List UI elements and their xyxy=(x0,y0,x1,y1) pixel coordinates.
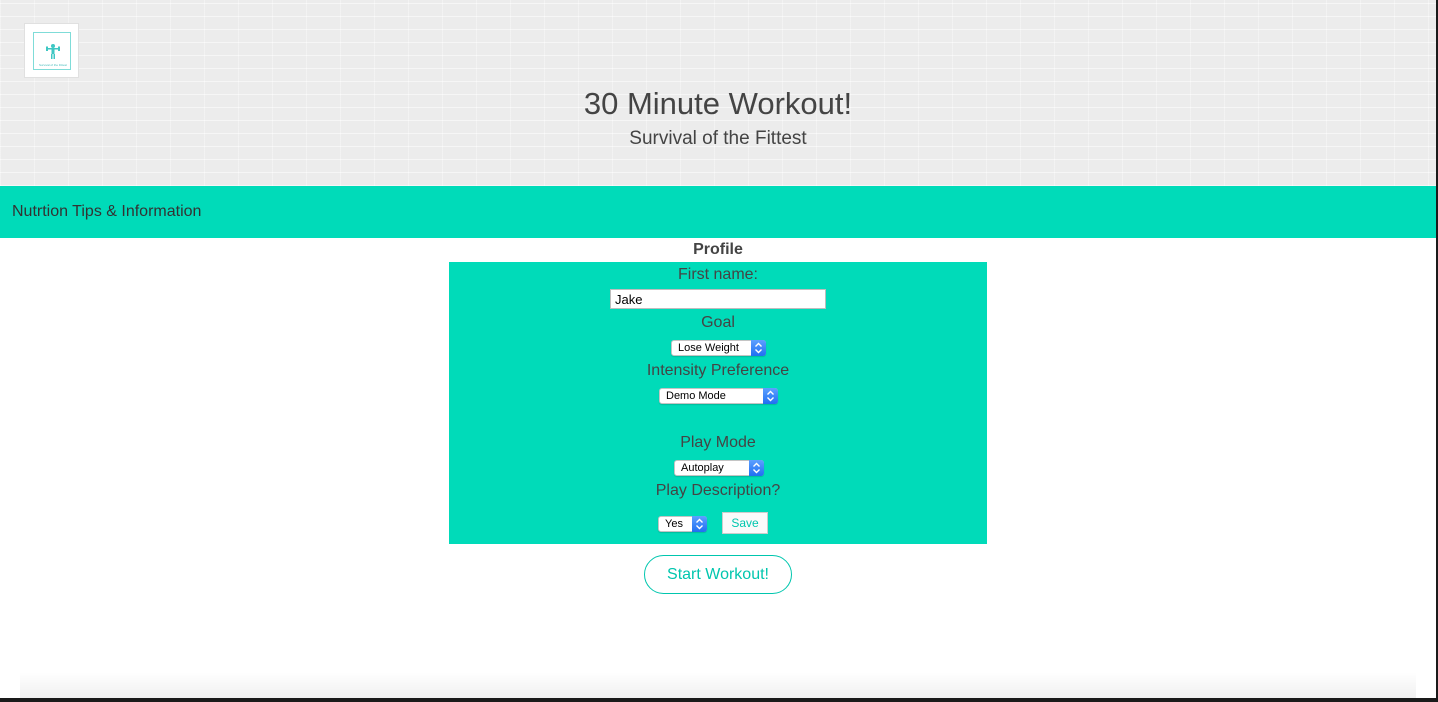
intensity-select-value: Demo Mode xyxy=(666,390,726,402)
goal-label: Goal xyxy=(701,314,735,331)
profile-form: First name: Goal Lose Weight Intensity P… xyxy=(449,262,987,544)
start-workout-button[interactable]: Start Workout! xyxy=(644,555,792,594)
select-arrows-icon xyxy=(763,388,778,404)
hero-banner: Survival of the Fittest 30 Minute Workou… xyxy=(0,0,1436,186)
page-title: 30 Minute Workout! xyxy=(583,86,853,121)
page: Survival of the Fittest 30 Minute Workou… xyxy=(0,0,1436,698)
play-mode-select[interactable]: Autoplay xyxy=(674,460,764,476)
play-mode-label: Play Mode xyxy=(680,434,756,451)
profile-heading: Profile xyxy=(693,241,743,258)
first-name-input[interactable] xyxy=(610,289,826,309)
page-subtitle: Survival of the Fittest xyxy=(629,128,807,149)
play-description-select-value: Yes xyxy=(665,518,683,530)
dumbbell-figure-icon xyxy=(46,44,60,59)
select-arrows-icon xyxy=(751,340,766,356)
first-name-label: First name: xyxy=(677,266,758,283)
intensity-label: Intensity Preference xyxy=(646,362,790,379)
goal-select-value: Lose Weight xyxy=(678,342,739,354)
save-button[interactable]: Save xyxy=(722,512,768,534)
logo-frame: Survival of the Fittest xyxy=(33,32,71,70)
select-arrows-icon xyxy=(749,460,764,476)
play-description-label: Play Description? xyxy=(655,482,781,499)
intensity-select[interactable]: Demo Mode xyxy=(659,388,778,404)
play-description-select[interactable]: Yes xyxy=(658,516,707,532)
bottom-shadow xyxy=(20,672,1416,698)
logo[interactable]: Survival of the Fittest xyxy=(24,23,79,78)
play-mode-select-value: Autoplay xyxy=(681,462,724,474)
select-arrows-icon xyxy=(692,516,707,532)
nav-link-nutrition[interactable]: Nutrtion Tips & Information xyxy=(12,203,201,221)
navbar: Nutrtion Tips & Information xyxy=(0,186,1436,238)
logo-text: Survival of the Fittest xyxy=(38,63,67,67)
goal-select[interactable]: Lose Weight xyxy=(671,340,766,356)
